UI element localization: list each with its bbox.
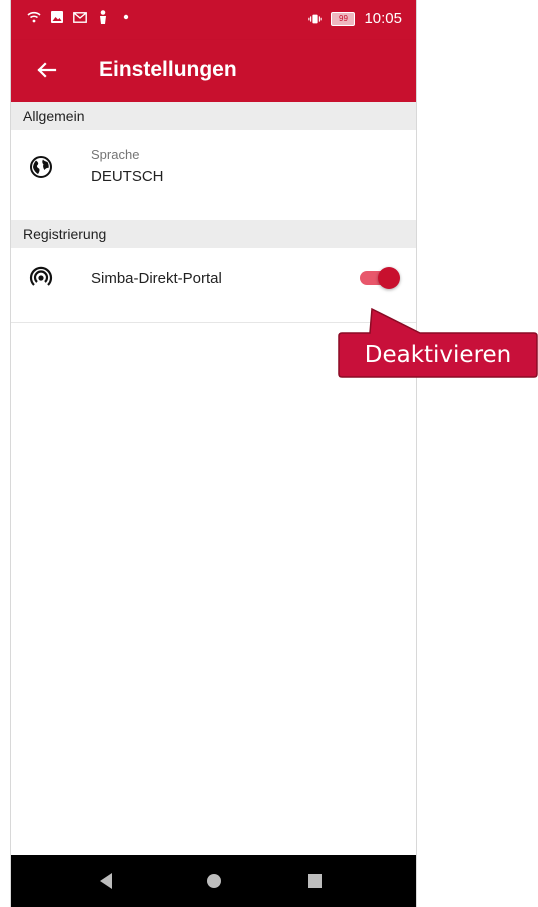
language-label: Sprache bbox=[91, 147, 140, 162]
page-title: Einstellungen bbox=[99, 58, 237, 81]
simba-portal-label: Simba-Direkt-Portal bbox=[91, 270, 222, 287]
language-value: DEUTSCH bbox=[91, 168, 164, 185]
dot-icon bbox=[119, 10, 133, 24]
globe-icon bbox=[29, 155, 53, 179]
phone-screen: 99 10:05 Einstellungen Allgemein Sprache… bbox=[10, 0, 417, 907]
section-header-registrierung: Registrierung bbox=[11, 220, 416, 248]
callout-text: Deaktivieren bbox=[364, 342, 512, 368]
battery-icon: 99 bbox=[331, 11, 356, 26]
nav-back-icon[interactable] bbox=[100, 873, 112, 889]
nav-recents-icon[interactable] bbox=[308, 874, 322, 888]
vibrate-icon bbox=[308, 12, 323, 26]
arrow-left-icon bbox=[37, 62, 57, 78]
figure-icon bbox=[96, 10, 110, 24]
section-header-allgemein: Allgemein bbox=[11, 102, 416, 130]
back-button[interactable] bbox=[33, 56, 61, 84]
image-icon bbox=[50, 10, 64, 24]
wireless-icon bbox=[29, 265, 53, 289]
app-bar: Einstellungen bbox=[11, 40, 416, 102]
navigation-bar bbox=[11, 855, 416, 907]
wifi-icon bbox=[27, 10, 41, 24]
gmail-icon bbox=[73, 10, 87, 24]
toggle-thumb bbox=[378, 267, 400, 289]
status-bar: 99 10:05 bbox=[11, 0, 416, 40]
nav-home-icon[interactable] bbox=[207, 874, 221, 888]
simba-portal-toggle[interactable] bbox=[358, 266, 400, 290]
clock: 10:05 bbox=[364, 10, 402, 27]
settings-item-language[interactable]: Sprache DEUTSCH bbox=[11, 130, 416, 218]
deactivate-callout: Deaktivieren bbox=[338, 307, 538, 379]
